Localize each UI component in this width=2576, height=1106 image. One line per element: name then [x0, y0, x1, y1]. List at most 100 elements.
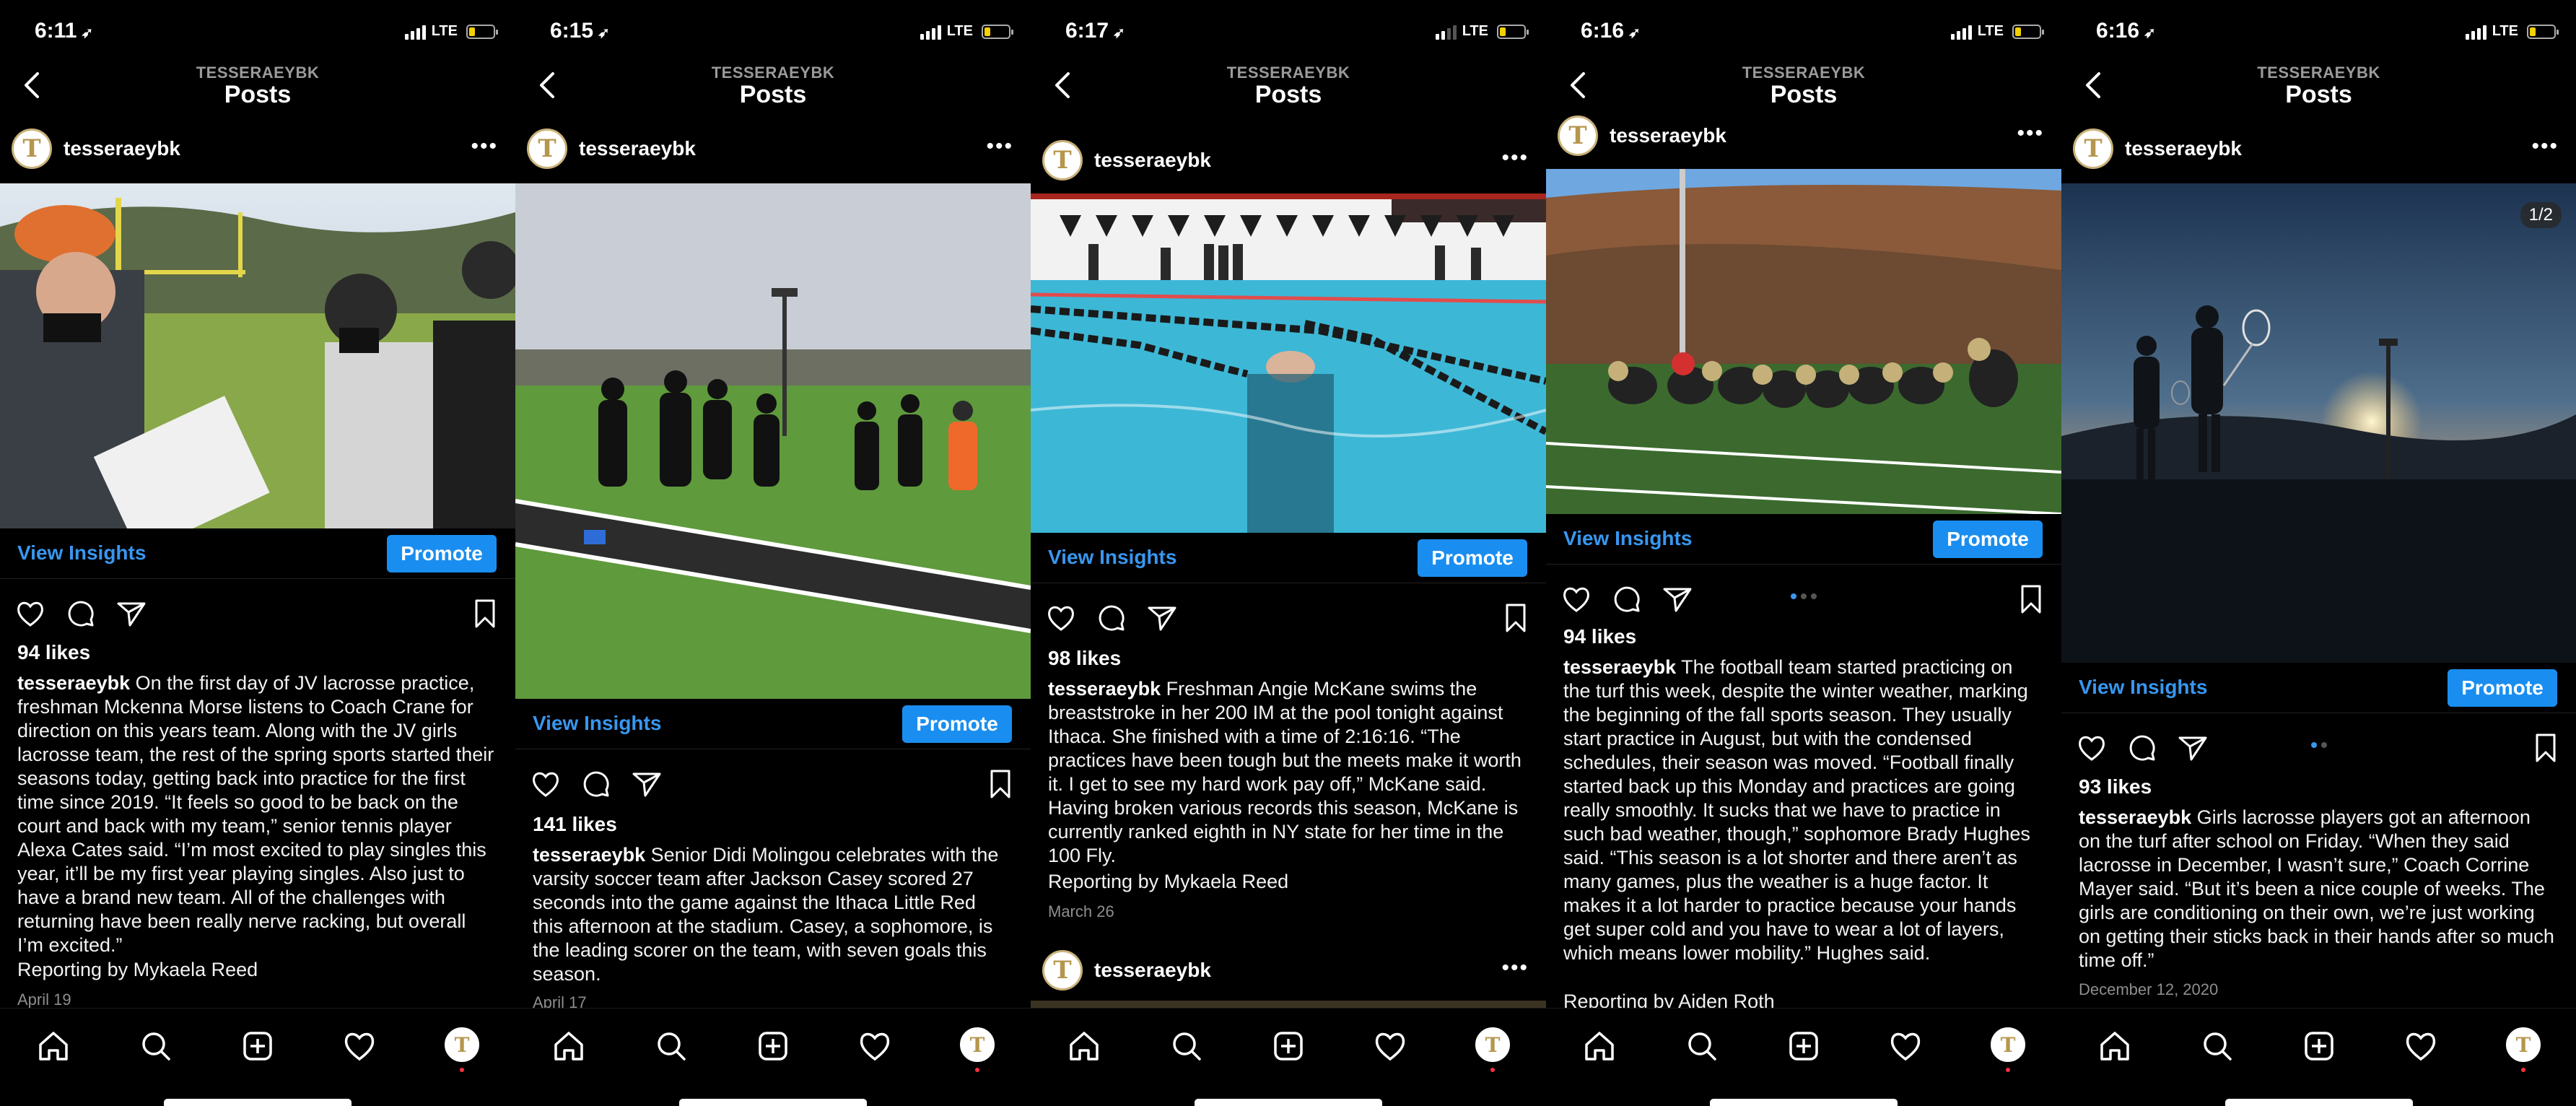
battery-icon	[466, 24, 498, 39]
post-photo[interactable]	[1031, 193, 1546, 533]
home-icon[interactable]	[551, 1029, 586, 1063]
promote-button[interactable]: Promote	[387, 535, 497, 572]
view-insights-link[interactable]: View Insights	[533, 712, 661, 735]
view-insights-link[interactable]: View Insights	[2079, 676, 2207, 699]
heart-icon[interactable]	[530, 768, 562, 800]
share-icon[interactable]	[115, 598, 147, 630]
bookmark-icon[interactable]	[2015, 583, 2047, 615]
heart-icon[interactable]	[1045, 602, 1077, 634]
more-options-icon[interactable]: •••	[2017, 121, 2044, 146]
heart-activity-icon[interactable]	[1888, 1029, 1923, 1063]
notification-dot	[1490, 1068, 1495, 1072]
post-photo[interactable]	[0, 183, 515, 528]
home-icon[interactable]	[2097, 1029, 2132, 1063]
likes-count[interactable]: 94 likes	[17, 641, 90, 664]
network-type: LTE	[1977, 23, 2004, 39]
comment-icon[interactable]	[1096, 602, 1127, 634]
post-header: T tesseraeybk •••	[1546, 108, 2061, 163]
tab-bar: T	[0, 1008, 515, 1106]
view-insights-link[interactable]: View Insights	[1563, 527, 1692, 550]
bookmark-icon[interactable]	[2530, 732, 2562, 764]
carousel-page-badge: 1/2	[2520, 202, 2562, 228]
promote-button[interactable]: Promote	[1418, 539, 1527, 577]
share-icon[interactable]	[1146, 602, 1178, 634]
search-icon[interactable]	[1169, 1029, 1204, 1063]
bookmark-icon[interactable]	[1500, 602, 1532, 634]
post-username[interactable]: tesseraeybk	[1094, 149, 1211, 172]
home-indicator[interactable]	[164, 1099, 352, 1106]
heart-icon[interactable]	[2076, 732, 2108, 764]
post-username[interactable]: tesseraeybk	[1094, 959, 1211, 982]
likes-count[interactable]: 98 likes	[1048, 647, 1121, 670]
comment-icon[interactable]	[2126, 732, 2158, 764]
home-indicator[interactable]	[1710, 1099, 1898, 1106]
home-indicator[interactable]	[679, 1099, 867, 1106]
promote-button[interactable]: Promote	[902, 705, 1012, 743]
post-username[interactable]: tesseraeybk	[2125, 137, 2242, 160]
home-icon[interactable]	[1582, 1029, 1617, 1063]
heart-activity-icon[interactable]	[2403, 1029, 2438, 1063]
post-username[interactable]: tesseraeybk	[64, 137, 180, 160]
add-post-icon[interactable]	[240, 1029, 275, 1063]
share-icon[interactable]	[631, 768, 663, 800]
more-options-icon[interactable]: •••	[2531, 134, 2559, 159]
bookmark-icon[interactable]	[984, 768, 1016, 800]
heart-activity-icon[interactable]	[857, 1029, 892, 1063]
search-icon[interactable]	[2200, 1029, 2235, 1063]
post-username[interactable]: tesseraeybk	[579, 137, 696, 160]
add-post-icon[interactable]	[1271, 1029, 1306, 1063]
likes-count[interactable]: 94 likes	[1563, 625, 1636, 648]
likes-count[interactable]: 93 likes	[2079, 775, 2152, 798]
add-post-icon[interactable]	[756, 1029, 790, 1063]
avatar[interactable]: T	[1558, 116, 1598, 156]
comment-icon[interactable]	[1611, 583, 1643, 615]
heart-activity-icon[interactable]	[1373, 1029, 1407, 1063]
search-icon[interactable]	[1685, 1029, 1719, 1063]
caption-username[interactable]: tesseraeybk	[1048, 678, 1161, 700]
share-icon[interactable]	[2177, 732, 2209, 764]
caption-username[interactable]: tesseraeybk	[533, 844, 645, 866]
view-insights-link[interactable]: View Insights	[17, 541, 146, 565]
more-options-icon[interactable]: •••	[1501, 146, 1529, 170]
comment-icon[interactable]	[65, 598, 97, 630]
home-icon[interactable]	[36, 1029, 71, 1063]
caption-username[interactable]: tesseraeybk	[1563, 656, 1676, 678]
comment-icon[interactable]	[580, 768, 612, 800]
bookmark-icon[interactable]	[469, 598, 501, 630]
home-icon[interactable]	[1067, 1029, 1101, 1063]
post-photo[interactable]	[1546, 169, 2061, 514]
profile-avatar[interactable]: T	[445, 1027, 479, 1062]
avatar[interactable]: T	[527, 129, 567, 169]
profile-avatar[interactable]: T	[2506, 1027, 2541, 1062]
post-username[interactable]: tesseraeybk	[1610, 124, 1726, 147]
share-icon[interactable]	[1662, 583, 1693, 615]
add-post-icon[interactable]	[2302, 1029, 2336, 1063]
profile-avatar[interactable]: T	[1475, 1027, 1510, 1062]
avatar[interactable]: T	[1042, 950, 1083, 990]
avatar[interactable]: T	[1042, 140, 1083, 180]
promote-button[interactable]: Promote	[2448, 669, 2557, 707]
search-icon[interactable]	[139, 1029, 173, 1063]
home-indicator[interactable]	[2224, 1099, 2413, 1106]
promote-button[interactable]: Promote	[1933, 521, 2043, 558]
avatar[interactable]: T	[2073, 129, 2113, 169]
more-options-icon[interactable]: •••	[471, 134, 498, 159]
home-indicator[interactable]	[1195, 1099, 1382, 1106]
status-time: 6:11 ➶	[35, 19, 94, 43]
post-photo[interactable]	[515, 183, 1031, 699]
search-icon[interactable]	[654, 1029, 689, 1063]
view-insights-link[interactable]: View Insights	[1048, 546, 1176, 569]
heart-activity-icon[interactable]	[342, 1029, 377, 1063]
post-photo[interactable]: 1/2	[2061, 183, 2576, 663]
add-post-icon[interactable]	[1786, 1029, 1821, 1063]
likes-count[interactable]: 141 likes	[533, 813, 617, 836]
caption-username[interactable]: tesseraeybk	[17, 672, 130, 694]
heart-icon[interactable]	[14, 598, 46, 630]
avatar[interactable]: T	[12, 129, 52, 169]
more-options-icon[interactable]: •••	[1501, 956, 1529, 980]
heart-icon[interactable]	[1560, 583, 1592, 615]
more-options-icon[interactable]: •••	[986, 134, 1013, 159]
profile-avatar[interactable]: T	[960, 1027, 995, 1062]
caption-username[interactable]: tesseraeybk	[2079, 806, 2191, 828]
profile-avatar[interactable]: T	[1991, 1027, 2025, 1062]
